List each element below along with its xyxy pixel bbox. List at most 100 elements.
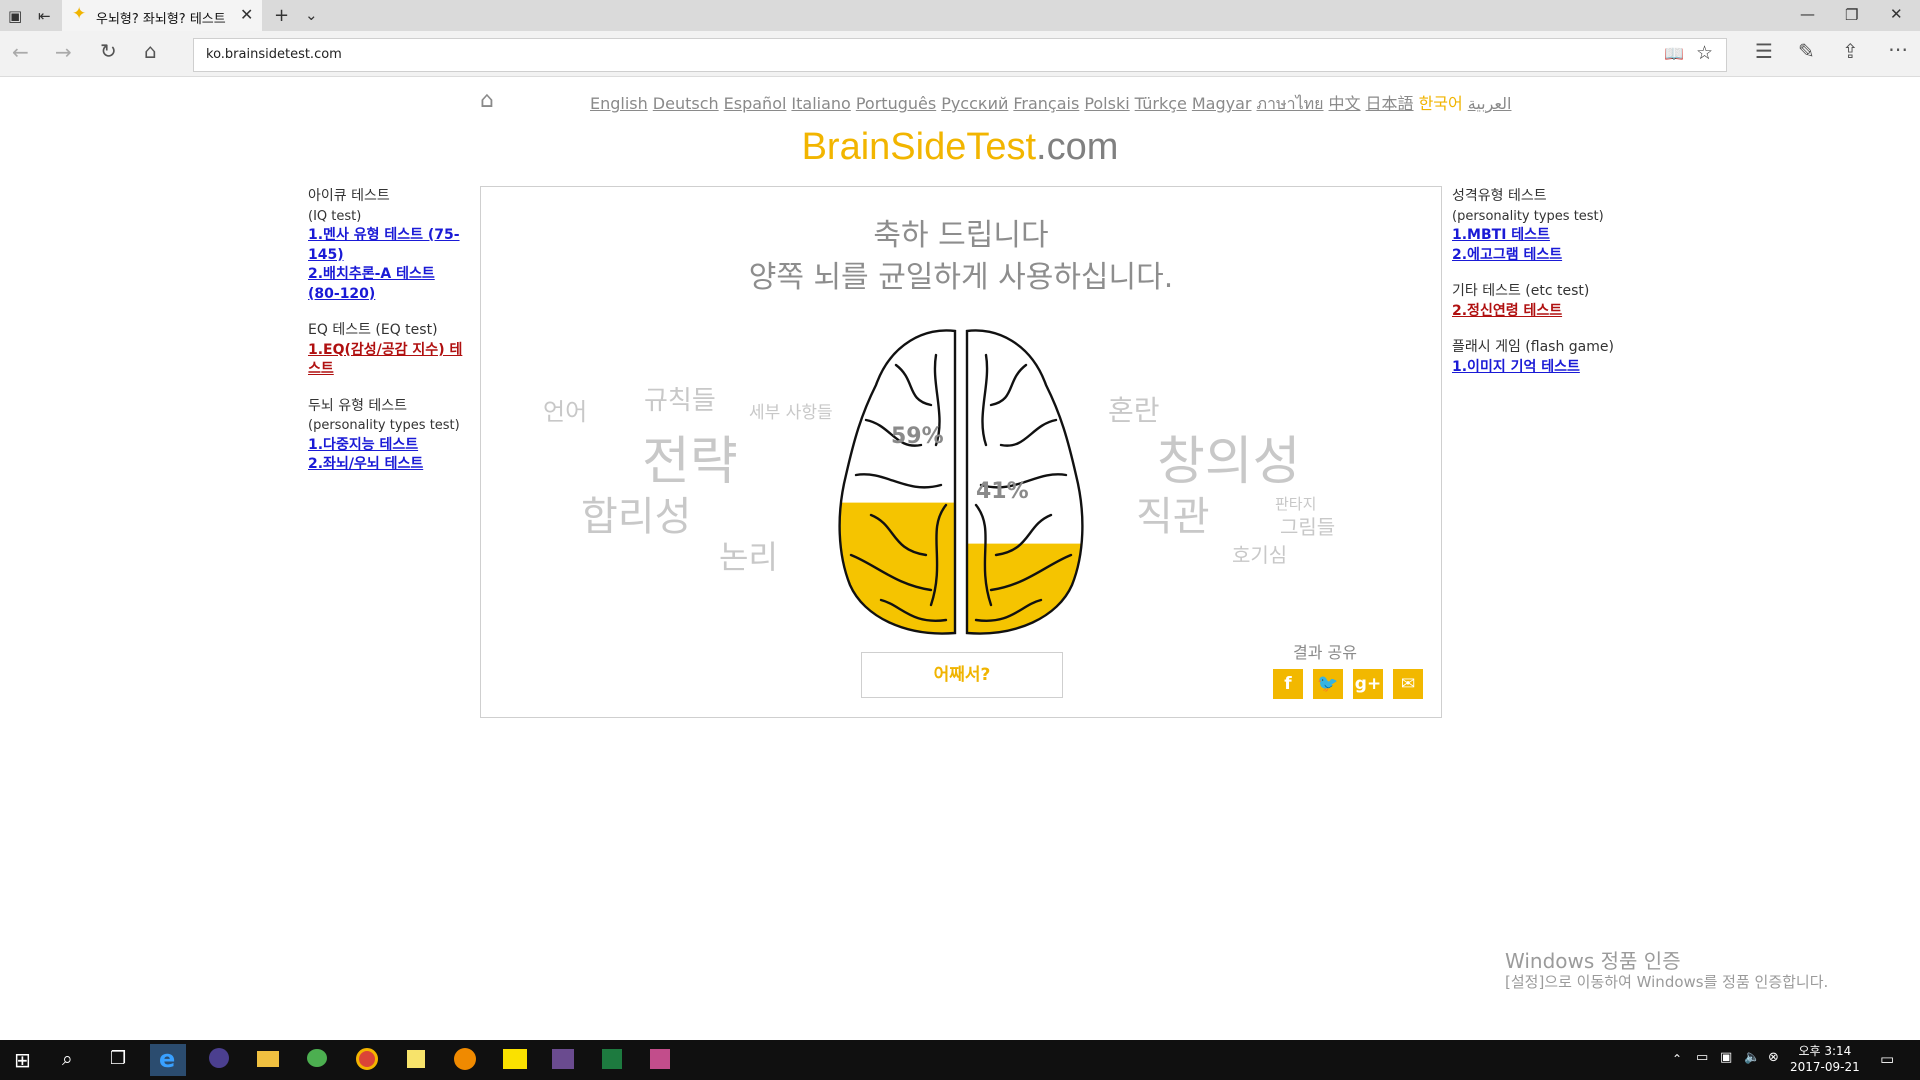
pen-icon[interactable]: ✎ — [1798, 39, 1815, 63]
result-headline: 축하 드립니다 양쪽 뇌를 균일하게 사용하십니다. — [481, 215, 1441, 299]
language-link[interactable]: Português — [856, 94, 936, 113]
site-title[interactable]: BrainSideTest.com — [0, 126, 1920, 169]
active-tab[interactable]: ✦ 우뇌형? 좌뇌형? 테스트 ✕ — [62, 0, 262, 31]
forward-icon[interactable]: → — [55, 40, 72, 64]
close-tab-icon[interactable]: ✕ — [240, 5, 253, 24]
kakaotalk-icon[interactable] — [496, 1044, 532, 1076]
site-brand: BrainSideTest — [801, 126, 1037, 168]
sidebar-test-link[interactable]: 1.다중지능 테스트 — [308, 436, 468, 456]
home-icon[interactable]: ⌂ — [144, 39, 157, 63]
more-icon[interactable]: ⋯ — [1888, 37, 1908, 61]
sidebar-subheading: (IQ test) — [308, 208, 362, 224]
language-list: English Deutsch Español Italiano Português Ру… — [590, 90, 1516, 117]
sidebar-group: EQ 테스트 (EQ test) 1.EQ(감성/공감 지수) 테스트 — [308, 321, 468, 380]
task-view-icon[interactable]: ❐ — [110, 1048, 126, 1069]
right-sidebar: 성격유형 테스트 (personality types test) 1.MBTI 테… — [1452, 187, 1642, 394]
word-right-2: 창의성 — [1157, 432, 1301, 492]
sidebar-test-link[interactable]: 1.멘사 유형 테스트 (75-145) — [308, 226, 468, 265]
battery-icon[interactable]: ▭ — [1696, 1050, 1708, 1065]
clock-time: 오후 3:14 — [1798, 1044, 1852, 1058]
result-line-2: 양쪽 뇌를 균일하게 사용하십니다. — [748, 260, 1174, 295]
word-left-3: 세부 사항들 — [749, 403, 833, 423]
site-home-icon[interactable]: ⌂ — [480, 88, 494, 113]
file-explorer-icon[interactable] — [250, 1044, 286, 1076]
word-left-4: 전략 — [642, 432, 738, 492]
language-link[interactable]: Magyar — [1192, 94, 1252, 113]
word-right-6: 호기심 — [1232, 543, 1288, 567]
tray-chevron-icon[interactable]: ⌃ — [1672, 1052, 1682, 1066]
language-link[interactable]: Türkçe — [1135, 94, 1187, 113]
language-link[interactable]: Polski — [1084, 94, 1129, 113]
notification-icon[interactable]: ▭ — [1880, 1050, 1894, 1068]
restore-icon[interactable]: ❐ — [1845, 6, 1858, 24]
word-right-5: 그림들 — [1280, 515, 1336, 539]
reading-view-icon[interactable]: 📖 — [1664, 44, 1684, 63]
url-text: ko.brainsidetest.com — [206, 47, 342, 62]
language-link[interactable]: Deutsch — [653, 94, 719, 113]
sidebar-test-link[interactable]: 2.배치추론-A 테스트 (80-120) — [308, 265, 468, 304]
clock[interactable]: 오후 3:14 2017-09-21 — [1790, 1043, 1860, 1075]
word-right-1: 혼란 — [1108, 394, 1160, 427]
language-link[interactable]: 中文 — [1329, 94, 1361, 113]
sidebar-heading: 성격유형 테스트 — [1452, 188, 1547, 204]
url-field[interactable]: ko.brainsidetest.com 📖 ☆ — [193, 38, 1727, 72]
tab-list-icon[interactable]: ▣ — [8, 7, 22, 25]
kakao-m-icon[interactable] — [446, 1044, 482, 1076]
sidebar-group: 두뇌 유형 테스트 (personality types test) 1.다중지능 … — [308, 397, 468, 475]
clock-date: 2017-09-21 — [1790, 1060, 1860, 1074]
minimize-icon[interactable]: — — [1800, 5, 1815, 23]
email-icon[interactable]: ✉ — [1393, 669, 1423, 699]
language-link[interactable]: Français — [1013, 94, 1079, 113]
google-plus-icon[interactable]: g+ — [1353, 669, 1383, 699]
sidebar-heading: 두뇌 유형 테스트 — [308, 397, 408, 414]
left-sidebar: 아이큐 테스트 (IQ test) 1.멘사 유형 테스트 (75-145) 2.배치… — [308, 187, 468, 492]
edge-app-icon[interactable]: e — [150, 1044, 186, 1076]
sidebar-subheading: (personality types test) — [308, 418, 460, 433]
tab-title: 우뇌형? 좌뇌형? 테스트 — [96, 12, 226, 27]
chevron-down-icon[interactable]: ⌄ — [305, 6, 318, 24]
sidebar-test-link[interactable]: 1.이미지 기억 테스트 — [1452, 358, 1642, 378]
language-link[interactable]: 日本語 — [1366, 94, 1414, 113]
sidebar-heading: 기타 테스트 (etc test) — [1452, 283, 1590, 299]
close-window-icon[interactable]: ✕ — [1890, 5, 1903, 23]
twitter-icon[interactable]: 🐦 — [1313, 669, 1343, 699]
network-icon[interactable]: ▣ — [1720, 1050, 1732, 1065]
turtle-app-icon[interactable] — [298, 1044, 334, 1076]
language-link[interactable]: ภาษาไทย — [1257, 94, 1324, 113]
set-aside-tabs-icon[interactable]: ⇤ — [38, 7, 51, 25]
new-tab-icon[interactable]: + — [274, 5, 289, 26]
sticky-notes-icon[interactable] — [398, 1044, 434, 1076]
language-link[interactable]: 한국어 — [1419, 94, 1463, 113]
volume-icon[interactable]: 🔈 — [1744, 1050, 1760, 1065]
sidebar-test-link[interactable]: 1.MBTI 테스트 — [1452, 226, 1642, 246]
language-link[interactable]: Русский — [941, 94, 1008, 113]
sidebar-test-link[interactable]: 1.EQ(감성/공감 지수) 테스트 — [308, 341, 468, 380]
excel-app-icon[interactable] — [594, 1044, 630, 1076]
sidebar-test-link[interactable]: 2.에고그램 테스트 — [1452, 246, 1642, 266]
share-icon[interactable]: ⇪ — [1842, 39, 1859, 63]
word-left-1: 언어 — [543, 398, 588, 426]
why-button[interactable]: 어째서? — [861, 652, 1063, 698]
favorite-star-icon[interactable]: ☆ — [1696, 42, 1713, 64]
language-link[interactable]: English — [590, 94, 648, 113]
sidebar-test-link[interactable]: 2.정신연령 테스트 — [1452, 302, 1642, 322]
search-icon[interactable]: ⌕ — [62, 1048, 73, 1070]
sidebar-heading: 아이큐 테스트 — [308, 188, 390, 204]
eclipse-app-icon[interactable] — [200, 1044, 236, 1076]
facebook-icon[interactable]: f — [1273, 669, 1303, 699]
refresh-icon[interactable]: ↻ — [100, 39, 117, 63]
brain-illustration: 59% 41% — [838, 329, 1084, 635]
windows-start-icon[interactable]: ⊞ — [14, 1048, 31, 1072]
game-app-icon[interactable] — [544, 1044, 580, 1076]
hub-icon[interactable]: ☰ — [1755, 39, 1773, 63]
language-link[interactable]: العربية — [1468, 94, 1512, 113]
language-link[interactable]: Español — [724, 94, 787, 113]
language-link[interactable]: Italiano — [791, 94, 850, 113]
status-x-icon[interactable]: ⊗ — [1768, 1050, 1779, 1065]
result-panel: 축하 드립니다 양쪽 뇌를 균일하게 사용하십니다. 언어 규칙들 세부 사항들… — [480, 186, 1442, 718]
sidebar-test-link[interactable]: 2.좌뇌/우뇌 테스트 — [308, 455, 468, 475]
sidebar-heading: 플래시 게임 (flash game) — [1452, 339, 1614, 355]
back-icon[interactable]: ← — [12, 40, 29, 64]
media-app-icon[interactable] — [642, 1044, 678, 1076]
chrome-app-icon[interactable] — [348, 1044, 384, 1076]
